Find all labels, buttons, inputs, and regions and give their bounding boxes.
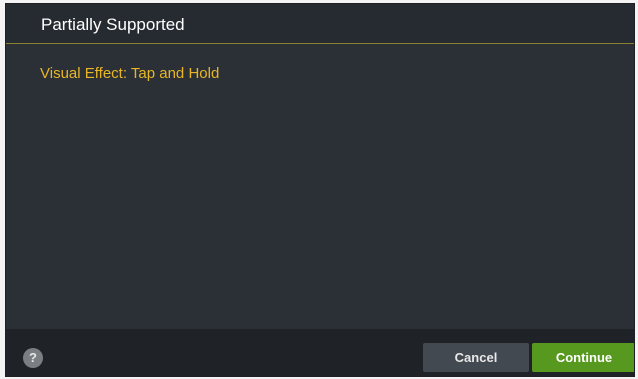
dialog-body: Visual Effect: Tap and Hold [6, 45, 634, 329]
help-question-icon[interactable]: ? [23, 348, 43, 368]
dialog-header: Partially Supported [6, 4, 634, 44]
dialog-footer: ? Cancel Continue [6, 329, 634, 376]
continue-button[interactable]: Continue [532, 343, 634, 372]
cancel-button[interactable]: Cancel [423, 343, 529, 372]
partially-supported-dialog: Partially Supported Visual Effect: Tap a… [5, 3, 635, 377]
unsupported-feature-message: Visual Effect: Tap and Hold [40, 65, 220, 82]
dialog-title: Partially Supported [41, 15, 185, 34]
